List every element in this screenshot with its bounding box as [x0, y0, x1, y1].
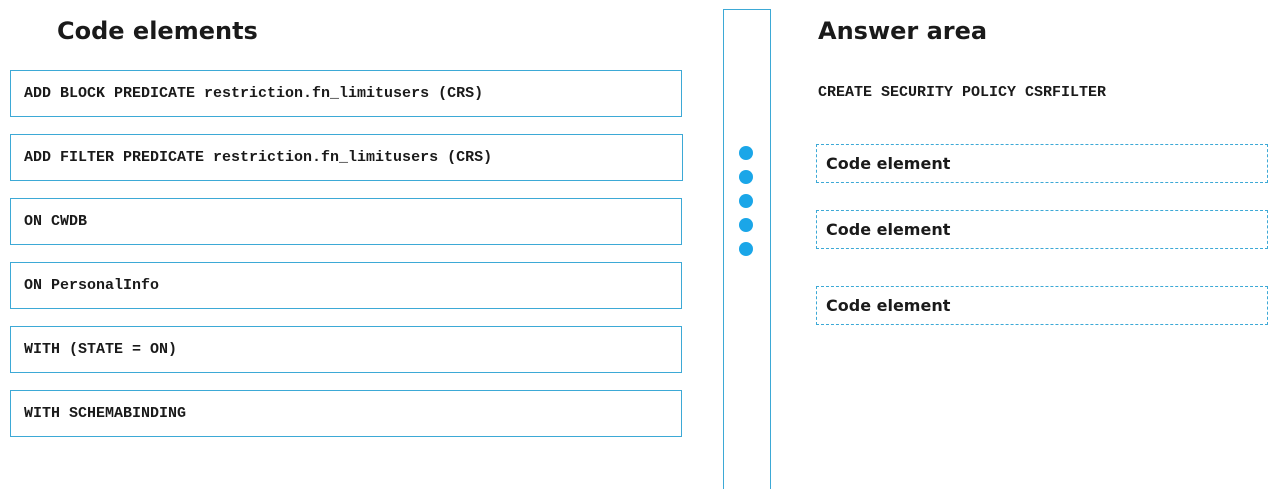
drag-handle-dot-icon[interactable] [739, 170, 753, 184]
drag-handle-dot-icon[interactable] [739, 218, 753, 232]
code-element-on-cwdb[interactable]: ON CWDB [10, 198, 682, 245]
code-element-add-block-predicate[interactable]: ADD BLOCK PREDICATE restriction.fn_limit… [10, 70, 682, 117]
answer-drop-slot-1[interactable]: Code element [816, 144, 1268, 183]
divider-panel[interactable] [723, 9, 771, 489]
drag-handle-dot-icon[interactable] [739, 242, 753, 256]
code-element-add-filter-predicate[interactable]: ADD FILTER PREDICATE restriction.fn_limi… [10, 134, 683, 181]
answer-drop-slot-2[interactable]: Code element [816, 210, 1268, 249]
answer-area-heading: Answer area [818, 17, 988, 45]
code-element-on-personalinfo[interactable]: ON PersonalInfo [10, 262, 682, 309]
drag-handle-dot-icon[interactable] [739, 194, 753, 208]
code-element-with-schemabinding[interactable]: WITH SCHEMABINDING [10, 390, 682, 437]
answer-drop-slot-3[interactable]: Code element [816, 286, 1268, 325]
code-element-with-state-on[interactable]: WITH (STATE = ON) [10, 326, 682, 373]
drag-handle-dot-icon[interactable] [739, 146, 753, 160]
answer-statement: CREATE SECURITY POLICY CSRFILTER [818, 84, 1107, 101]
code-elements-heading: Code elements [57, 17, 258, 45]
